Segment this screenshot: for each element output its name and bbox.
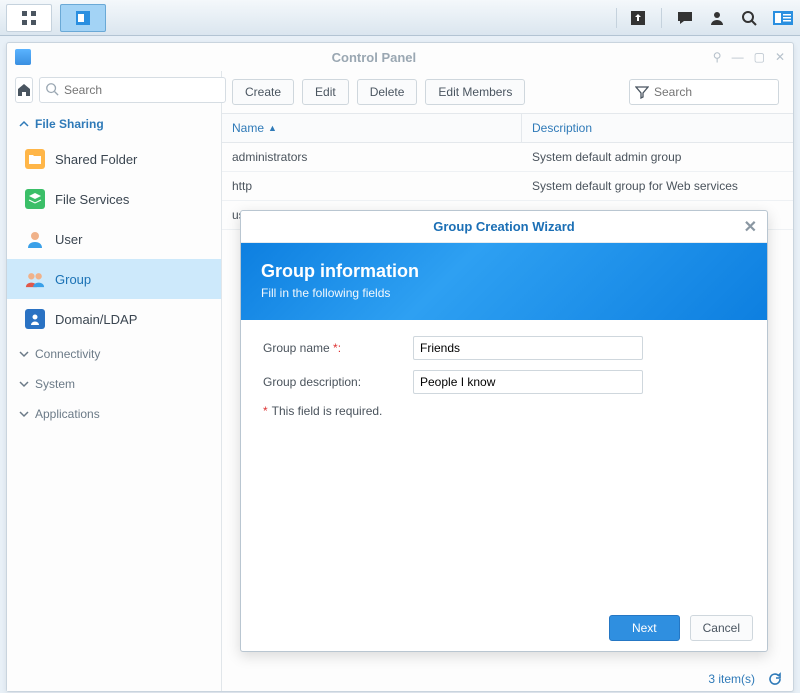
app-icon [15,49,31,65]
sidebar-item-domain-ldap[interactable]: Domain/LDAP [7,299,221,339]
cell-name: administrators [222,143,522,171]
sidebar-item-file-services[interactable]: File Services [7,179,221,219]
sidebar-item-label: File Services [55,192,129,207]
edit-members-button[interactable]: Edit Members [425,79,525,105]
grid-header: Name ▲ Description [222,113,793,143]
table-row[interactable]: http System default group for Web servic… [222,172,793,201]
pin-icon[interactable]: ⚲ [713,50,722,64]
section-system[interactable]: System [7,369,221,399]
taskbar [0,0,800,36]
section-label: Applications [35,407,100,421]
window-titlebar[interactable]: Control Panel ⚲ — ▢ ✕ [7,43,793,71]
cell-description: System default group for Web services [522,172,793,200]
sidebar-search-input[interactable] [39,77,226,103]
section-file-sharing[interactable]: File Sharing [7,109,221,139]
chevron-down-icon [19,349,29,359]
item-count: 3 item(s) [708,672,755,686]
section-label: System [35,377,75,391]
cell-description: System default admin group [522,143,793,171]
maximize-icon[interactable]: ▢ [754,50,765,64]
column-header-description[interactable]: Description [522,114,793,142]
window-title: Control Panel [35,50,713,65]
user-icon [25,229,45,249]
group-name-input[interactable] [413,336,643,360]
label-group-name: Group name *: [263,341,413,355]
cell-name: http [222,172,522,200]
home-button[interactable] [15,77,33,103]
chevron-up-icon [19,119,29,129]
sidebar-item-shared-folder[interactable]: Shared Folder [7,139,221,179]
sidebar-item-label: Shared Folder [55,152,137,167]
upload-icon[interactable] [629,9,647,27]
minimize-icon[interactable]: — [732,50,744,64]
next-button[interactable]: Next [609,615,680,641]
dialog-titlebar[interactable]: Group Creation Wizard ✕ [241,211,767,243]
apps-icon [20,9,38,27]
section-label: File Sharing [35,117,104,131]
close-icon[interactable]: ✕ [744,217,757,237]
dialog-banner: Group information Fill in the following … [241,243,767,320]
section-label: Connectivity [35,347,100,361]
cancel-button[interactable]: Cancel [690,615,753,641]
home-icon [16,82,32,98]
edit-button[interactable]: Edit [302,79,349,105]
section-connectivity[interactable]: Connectivity [7,339,221,369]
window-icon [74,9,92,27]
sidebar: File Sharing Shared Folder File Services… [7,71,222,691]
ldap-icon [25,309,45,329]
banner-heading: Group information [261,261,747,282]
status-bar: 3 item(s) [708,671,783,687]
sidebar-item-label: Domain/LDAP [55,312,137,327]
filter-icon [635,85,649,99]
delete-button[interactable]: Delete [357,79,418,105]
sidebar-item-group[interactable]: Group [7,259,221,299]
sidebar-item-label: Group [55,272,91,287]
chevron-down-icon [19,379,29,389]
dialog-body: Group name *: Group description: *This f… [241,320,767,605]
label-group-description: Group description: [263,375,413,389]
refresh-icon[interactable] [767,671,783,687]
banner-subtitle: Fill in the following fields [261,286,747,300]
card-icon[interactable] [772,9,794,27]
user-icon[interactable] [708,9,726,27]
create-button[interactable]: Create [232,79,294,105]
table-row[interactable]: administrators System default admin grou… [222,143,793,172]
sidebar-item-label: User [55,232,82,247]
group-icon [25,269,45,289]
dialog-title: Group Creation Wizard [433,219,574,234]
taskbar-window-button[interactable] [60,4,106,32]
folder-icon [25,149,45,169]
search-icon[interactable] [740,9,758,27]
chat-icon[interactable] [676,9,694,27]
chevron-down-icon [19,409,29,419]
search-icon [45,82,59,96]
section-applications[interactable]: Applications [7,399,221,429]
toolbar: Create Edit Delete Edit Members [222,71,793,113]
group-description-input[interactable] [413,370,643,394]
sort-asc-icon: ▲ [268,123,277,133]
column-header-name[interactable]: Name ▲ [222,114,522,142]
group-creation-wizard-dialog: Group Creation Wizard ✕ Group informatio… [240,210,768,652]
taskbar-apps-button[interactable] [6,4,52,32]
files-icon [25,189,45,209]
close-window-icon[interactable]: ✕ [775,50,785,64]
dialog-footer: Next Cancel [241,605,767,651]
sidebar-item-user[interactable]: User [7,219,221,259]
required-note: *This field is required. [263,404,745,418]
toolbar-search-input[interactable] [629,79,779,105]
